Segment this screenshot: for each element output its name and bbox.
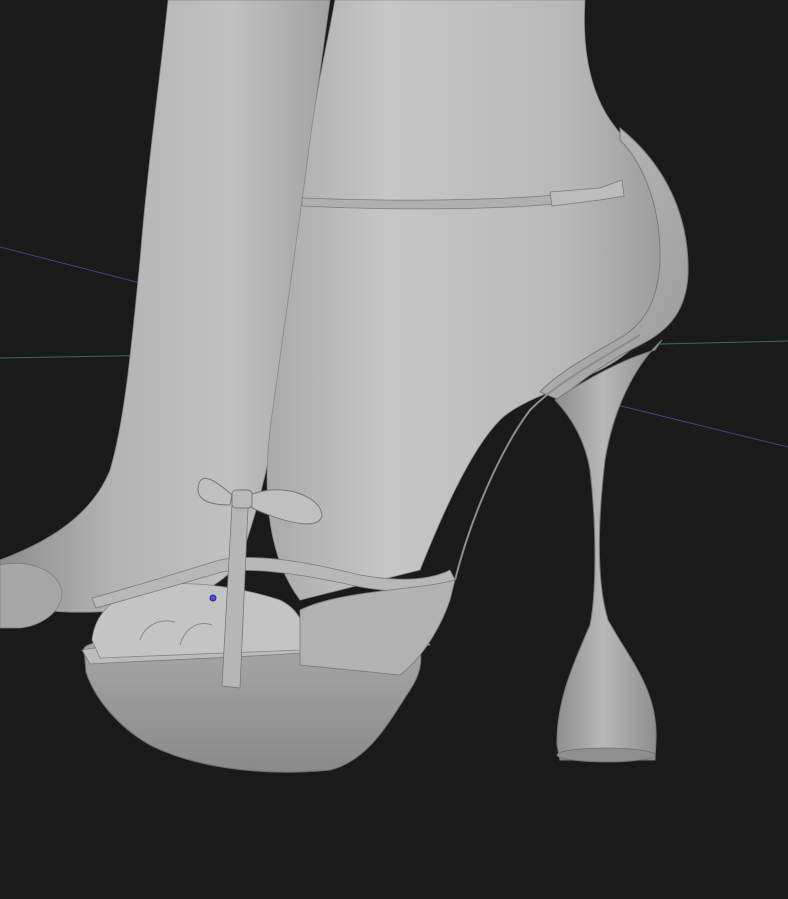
heel-tip: [556, 747, 656, 763]
object-origin-marker[interactable]: [209, 594, 217, 602]
y-axis-line-right: [659, 340, 788, 345]
stiletto-heel[interactable]: [554, 339, 663, 761]
x-axis-line: [0, 246, 141, 284]
viewport-canvas[interactable]: [0, 0, 788, 899]
bow-knot: [231, 489, 253, 509]
front-leg-mesh[interactable]: [266, 0, 666, 601]
3d-viewport[interactable]: [0, 0, 788, 899]
